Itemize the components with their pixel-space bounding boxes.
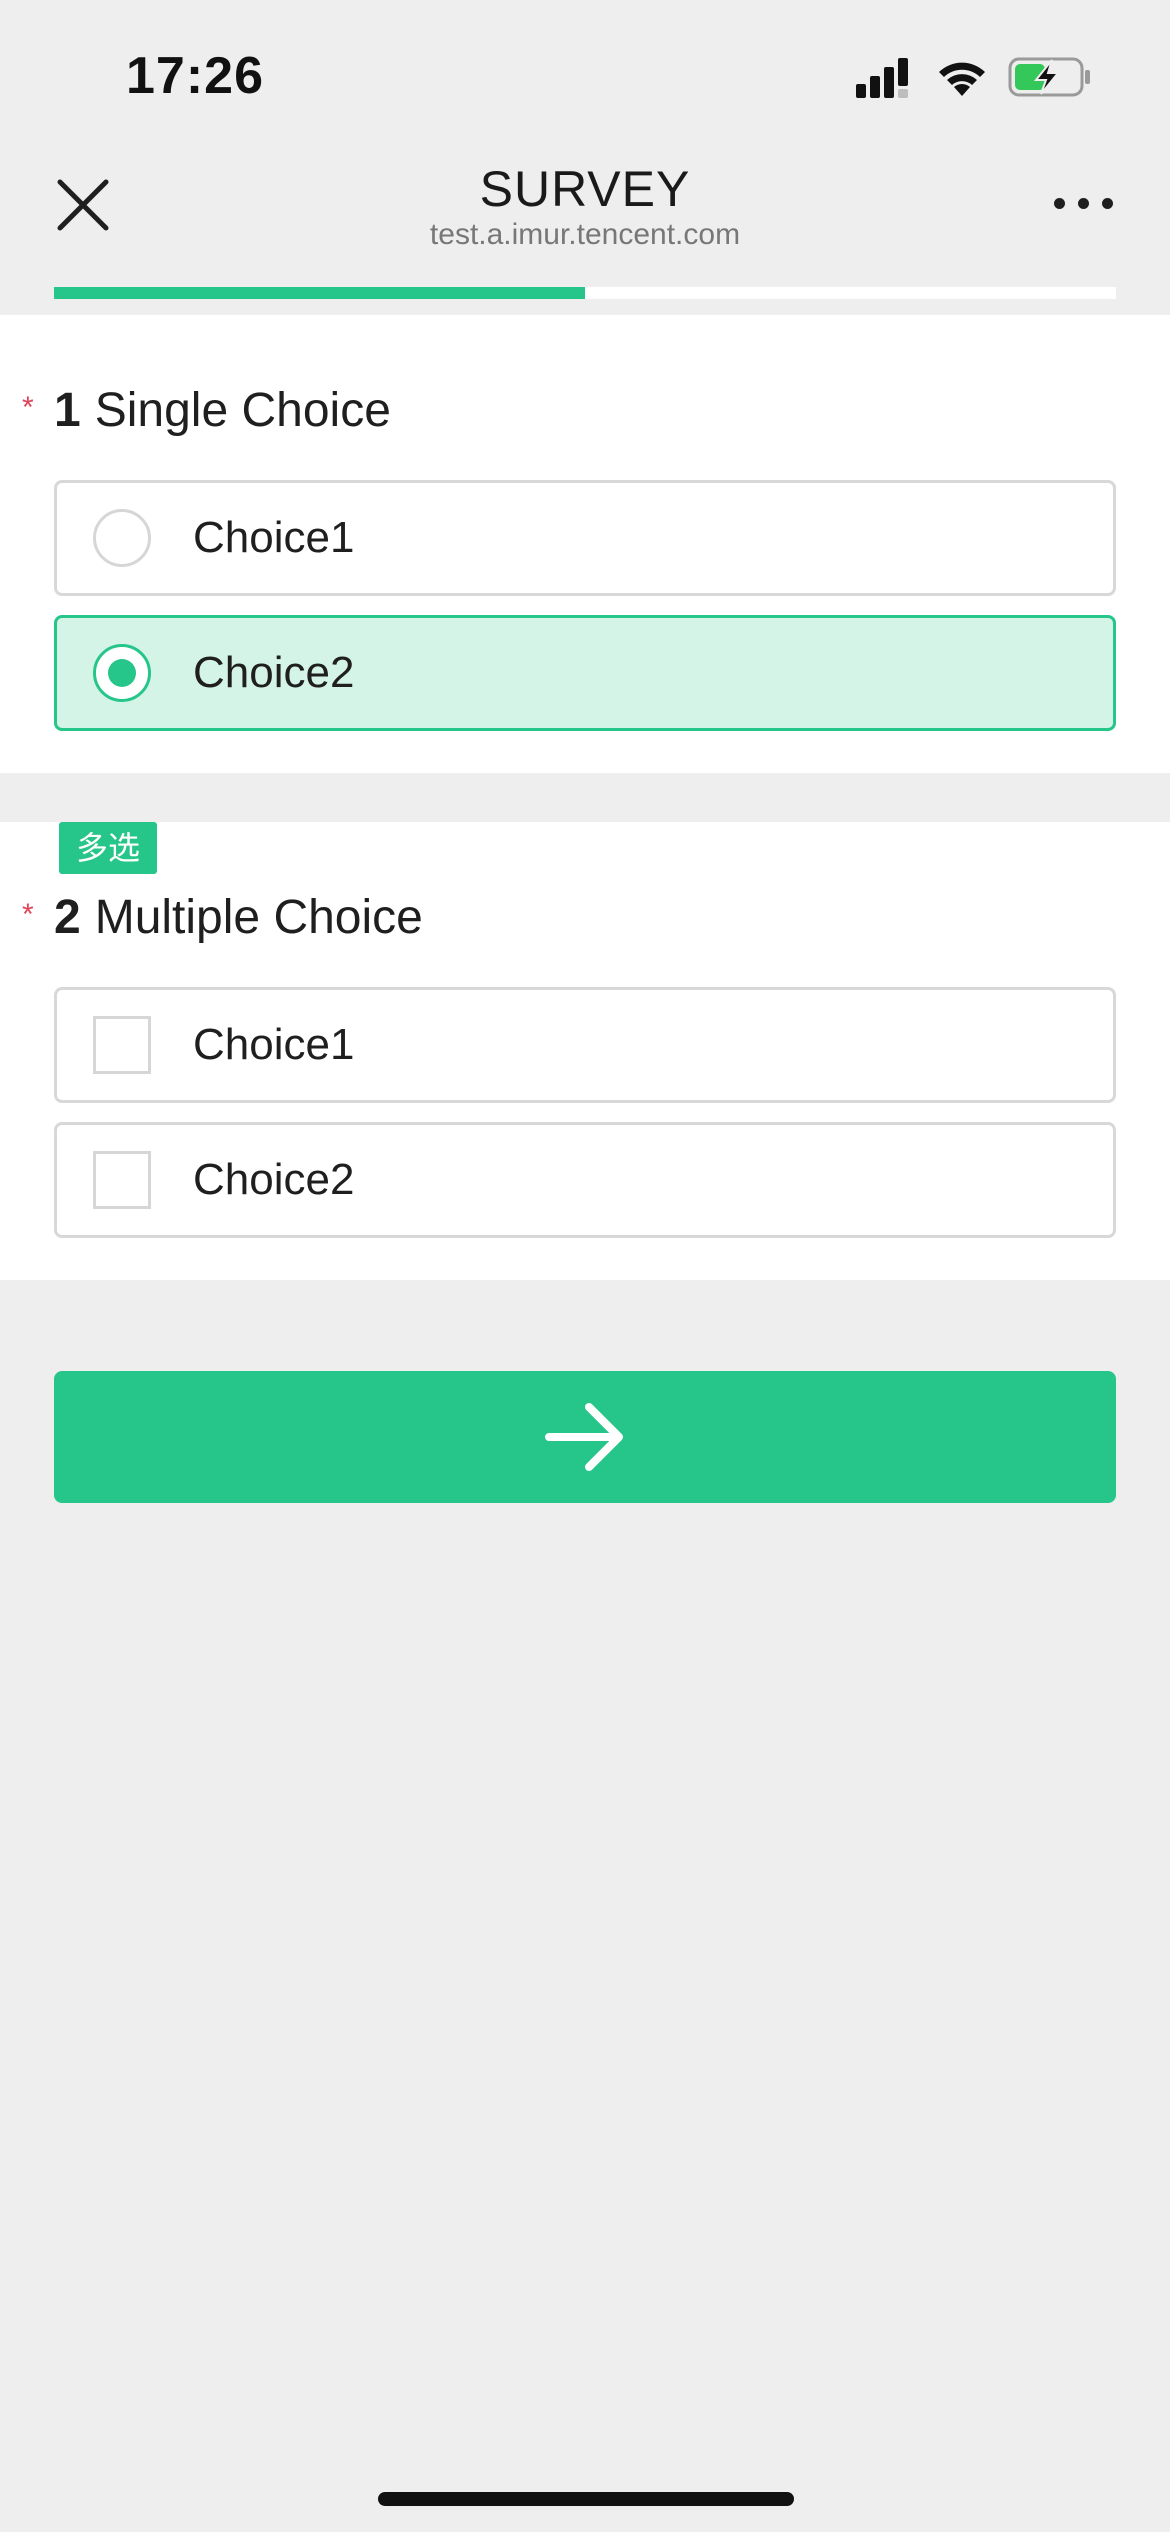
checkbox[interactable] bbox=[93, 1016, 151, 1074]
question-text: Single Choice bbox=[94, 384, 391, 437]
required-marker: * bbox=[22, 898, 34, 931]
option-label: Choice2 bbox=[193, 1155, 355, 1204]
multiple-choice-tag: 多选 bbox=[59, 822, 157, 874]
checkbox-option-choice2[interactable]: Choice2 bbox=[54, 1122, 1116, 1238]
option-label: Choice2 bbox=[193, 648, 355, 697]
question-title: 2 Multiple Choice bbox=[54, 890, 423, 945]
next-button[interactable] bbox=[54, 1371, 1116, 1503]
required-marker: * bbox=[22, 391, 34, 424]
option-label: Choice1 bbox=[193, 1020, 355, 1069]
radio-option-choice1[interactable]: Choice1 bbox=[54, 480, 1116, 596]
home-indicator bbox=[378, 2492, 794, 2506]
question-text: Multiple Choice bbox=[94, 891, 423, 944]
page-url: test.a.imur.tencent.com bbox=[429, 218, 741, 251]
nav-header: SURVEY test.a.imur.tencent.com bbox=[0, 150, 1170, 290]
progress-bar bbox=[54, 287, 1116, 299]
status-time: 17:26 bbox=[126, 47, 264, 105]
signal-icon bbox=[856, 58, 908, 98]
page-title: SURVEY bbox=[479, 161, 691, 217]
checkbox-option-choice1[interactable]: Choice1 bbox=[54, 987, 1116, 1103]
radio-button[interactable] bbox=[93, 509, 151, 567]
more-dots-icon[interactable] bbox=[1052, 188, 1116, 220]
option-label: Choice1 bbox=[193, 513, 355, 562]
status-bar: 17:26 bbox=[0, 0, 1170, 150]
radio-option-choice2[interactable]: Choice2 bbox=[54, 615, 1116, 731]
question-card-2: 多选 * 2 Multiple Choice Choice1 Choice2 bbox=[0, 822, 1170, 1280]
question-number: 1 bbox=[54, 384, 81, 437]
question-card-1: * 1 Single Choice Choice1 Choice2 bbox=[0, 315, 1170, 773]
question-title: 1 Single Choice bbox=[54, 383, 391, 438]
checkbox[interactable] bbox=[93, 1151, 151, 1209]
battery-charging-icon bbox=[1008, 57, 1090, 97]
radio-dot bbox=[108, 659, 136, 687]
progress-fill bbox=[54, 287, 585, 299]
question-number: 2 bbox=[54, 891, 81, 944]
radio-button-selected[interactable] bbox=[93, 644, 151, 702]
arrow-right-icon bbox=[545, 1403, 623, 1471]
wifi-icon bbox=[939, 62, 985, 96]
survey-page: 17:26 SURVEY test.a.imur.tencent.com * 1… bbox=[0, 0, 1170, 2532]
